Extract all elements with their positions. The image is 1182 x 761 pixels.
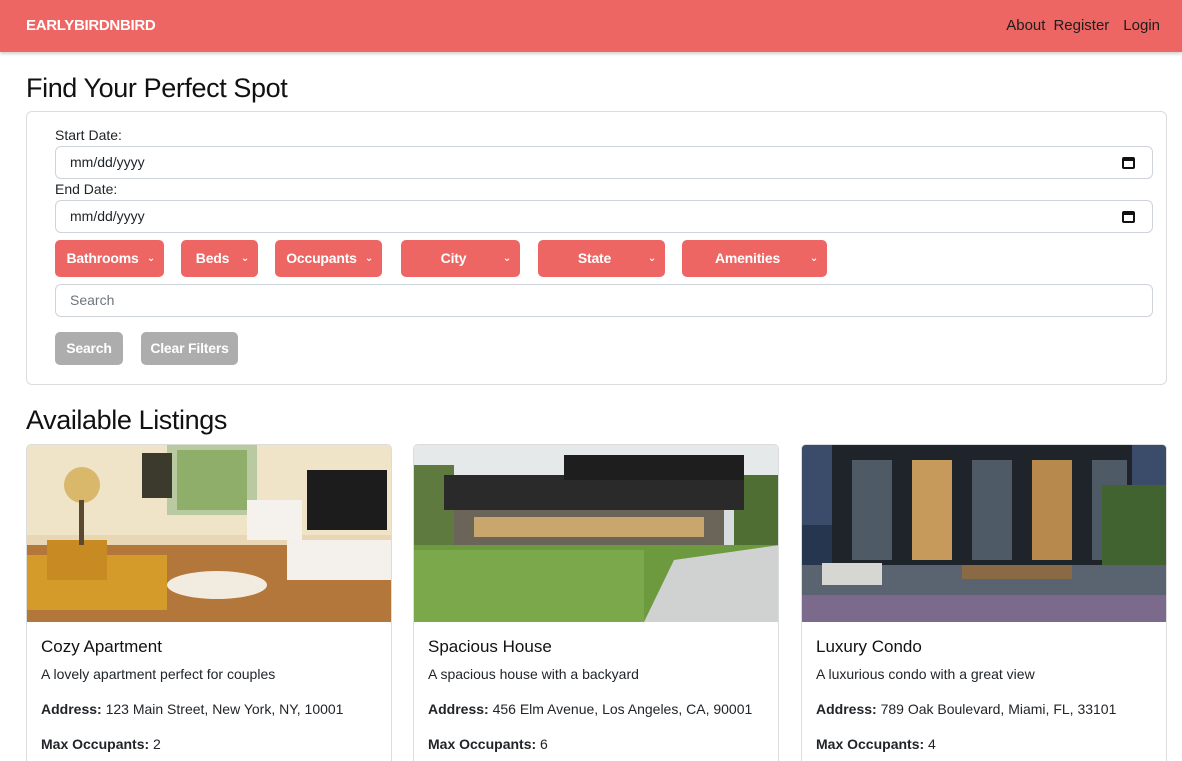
search-filter-card: Start Date: mm/dd/yyyy End Date: mm/dd/y… [26, 111, 1167, 385]
listing-card[interactable]: Luxury Condo A luxurious condo with a gr… [801, 444, 1167, 761]
chevron-down-icon: ⌄ [502, 253, 511, 264]
listing-photo[interactable] [27, 445, 391, 622]
clear-filters-button[interactable]: Clear Filters [141, 332, 238, 365]
listing-photo[interactable] [802, 445, 1166, 622]
calendar-icon[interactable] [1122, 211, 1135, 223]
end-date-input[interactable]: mm/dd/yyyy [55, 200, 1153, 233]
start-date-label: Start Date: [55, 127, 122, 143]
start-date-value: mm/dd/yyyy [70, 154, 145, 170]
listing-address: Address: 789 Oak Boulevard, Miami, FL, 3… [816, 701, 1117, 717]
listing-photo[interactable] [414, 445, 778, 622]
listing-card[interactable]: Cozy Apartment A lovely apartment perfec… [26, 444, 392, 761]
end-date-value: mm/dd/yyyy [70, 208, 145, 224]
search-input[interactable]: Search [55, 284, 1153, 317]
listing-title[interactable]: Cozy Apartment [41, 637, 162, 657]
page-title: Find Your Perfect Spot [26, 73, 288, 103]
search-button[interactable]: Search [55, 332, 123, 365]
end-date-label: End Date: [55, 181, 118, 197]
chevron-down-icon: ⌄ [364, 253, 373, 264]
listing-address: Address: 123 Main Street, New York, NY, … [41, 701, 344, 717]
chevron-down-icon: ⌄ [809, 253, 818, 264]
listing-description: A lovely apartment perfect for couples [41, 666, 276, 682]
listing-max-occupants: Max Occupants: 6 [428, 736, 548, 752]
listing-title[interactable]: Spacious House [428, 637, 552, 657]
city-dropdown[interactable]: City ⌄ [401, 240, 520, 277]
chevron-down-icon: ⌄ [240, 253, 249, 264]
listing-description: A spacious house with a backyard [428, 666, 639, 682]
brand-logo[interactable]: EARLYBIRDNBIRD [26, 17, 156, 34]
nav-link-login[interactable]: Login [1123, 17, 1160, 34]
listing-description: A luxurious condo with a great view [816, 666, 1035, 682]
bathrooms-dropdown[interactable]: Bathrooms ⌄ [55, 240, 164, 277]
listings-title: Available Listings [26, 405, 227, 435]
nav-link-register[interactable]: Register [1053, 17, 1109, 34]
listing-card[interactable]: Spacious House A spacious house with a b… [413, 444, 779, 761]
calendar-icon[interactable] [1122, 157, 1135, 169]
state-dropdown[interactable]: State ⌄ [538, 240, 665, 277]
listing-address: Address: 456 Elm Avenue, Los Angeles, CA… [428, 701, 753, 717]
occupants-dropdown[interactable]: Occupants ⌄ [275, 240, 382, 277]
navbar: EARLYBIRDNBIRD About Register Login [0, 0, 1182, 52]
beds-dropdown[interactable]: Beds ⌄ [181, 240, 258, 277]
listing-title[interactable]: Luxury Condo [816, 637, 922, 657]
chevron-down-icon: ⌄ [647, 253, 656, 264]
start-date-input[interactable]: mm/dd/yyyy [55, 146, 1153, 179]
nav-link-about[interactable]: About [1006, 17, 1045, 34]
amenities-dropdown[interactable]: Amenities ⌄ [682, 240, 827, 277]
search-placeholder: Search [70, 292, 115, 308]
listing-max-occupants: Max Occupants: 2 [41, 736, 161, 752]
nav-links: About Register Login [998, 17, 1160, 34]
listing-max-occupants: Max Occupants: 4 [816, 736, 936, 752]
chevron-down-icon: ⌄ [146, 253, 155, 264]
